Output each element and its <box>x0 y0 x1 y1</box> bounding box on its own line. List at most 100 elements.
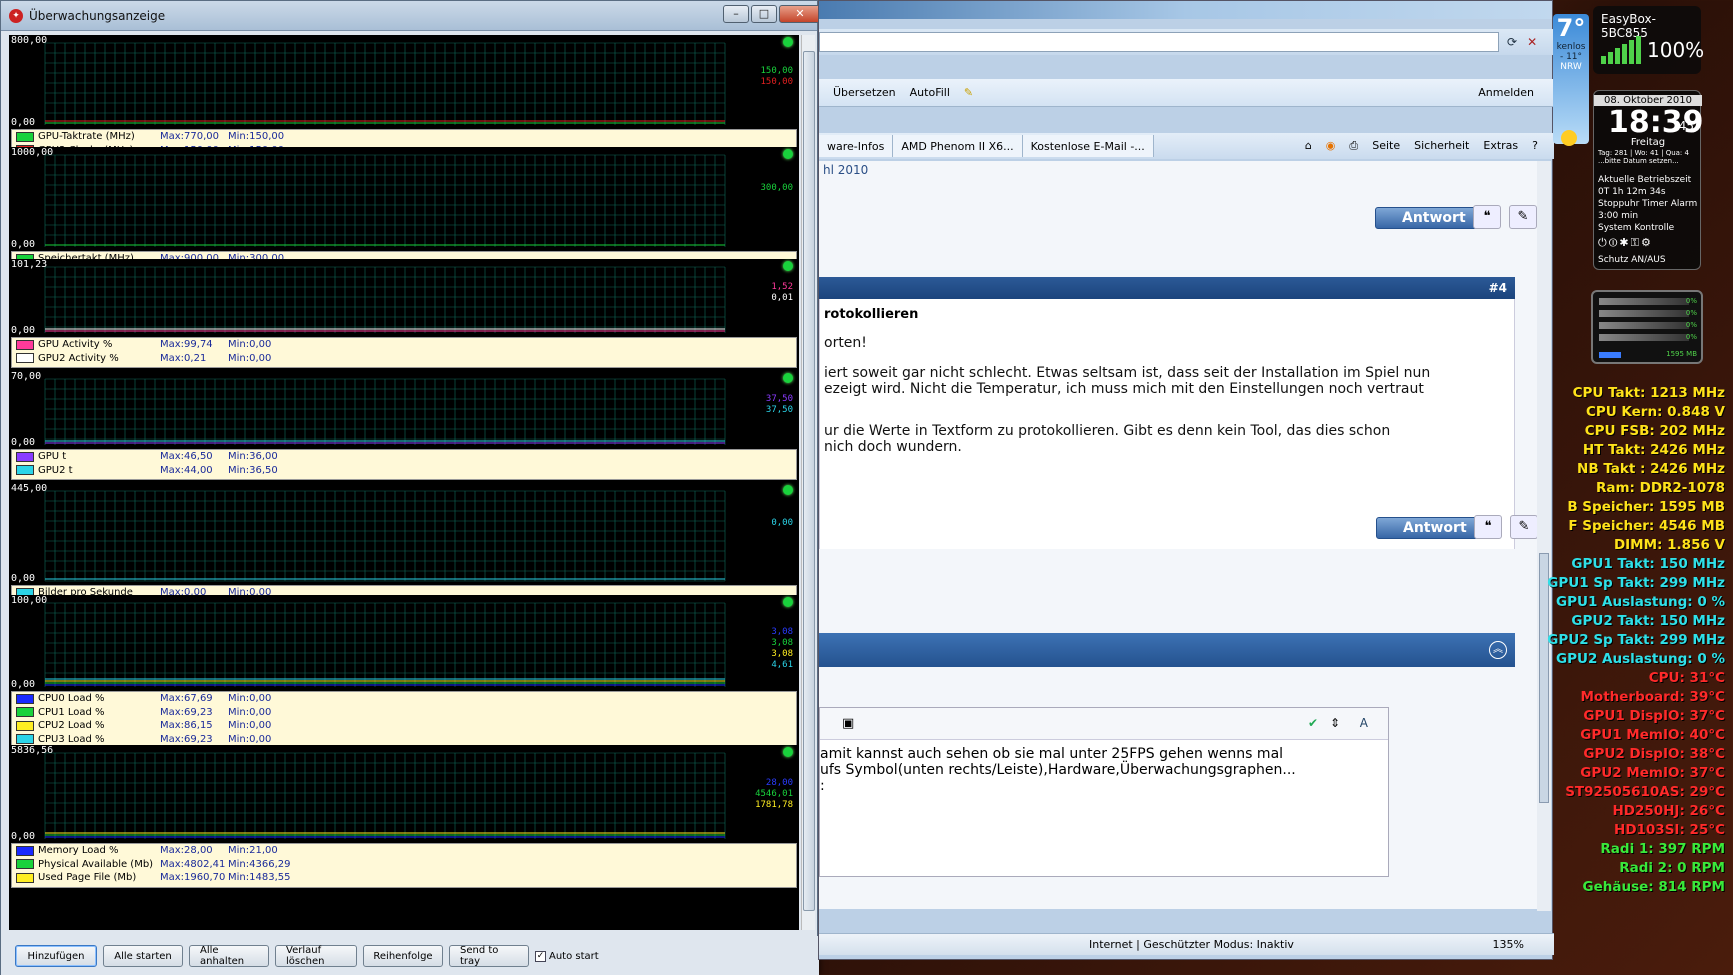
hardware-sensor-list: CPU Takt: 1213 MHz CPU Kern: 0.848 V CPU F… <box>1547 384 1725 897</box>
editor-line: ufs Symbol(unten rechts/Leiste),Hardware… <box>820 762 1296 778</box>
y-axis-max: 101,23 <box>11 259 48 270</box>
status-led-icon[interactable] <box>783 373 793 383</box>
help-icon[interactable]: ? <box>1532 139 1538 153</box>
print-icon[interactable]: ⎙ <box>1349 139 1358 153</box>
protect-toggle[interactable]: Schutz AN/AUS <box>1598 255 1666 265</box>
extras-menu[interactable]: Extras <box>1483 139 1518 153</box>
series-color-swatch <box>16 734 34 745</box>
legend-row[interactable]: GPU t Max:46,50 Min:36,00 <box>12 450 796 464</box>
stop-icon[interactable]: ✕ <box>1527 35 1537 49</box>
sensor-reading: DIMM: 1.856 V <box>1613 537 1725 553</box>
wifi-gadget[interactable]: EasyBox-5BC855 100% <box>1593 6 1704 74</box>
edit-icon[interactable]: ✎ <box>1510 515 1537 539</box>
resize-icon[interactable]: ⇕ <box>1330 716 1340 730</box>
editor-line: amit kannst auch sehen ob sie mal unter … <box>820 746 1284 762</box>
maximize-button[interactable]: □ <box>751 5 777 23</box>
add-button[interactable]: Hinzufügen <box>15 945 97 967</box>
series-color-swatch <box>16 131 34 142</box>
sensor-reading: GPU1 MemIO: 40°C <box>1580 727 1725 743</box>
home-icon[interactable]: ⌂ <box>1305 139 1312 153</box>
browser-titlebar[interactable] <box>819 1 1552 19</box>
graph-plot[interactable]: 800,00 0,00 150,00 150,00 <box>9 35 799 129</box>
tab-amd-phenom[interactable]: AMD Phenom II X6... <box>893 135 1023 157</box>
graph-plot[interactable]: 445,00 0,00 0,00 <box>9 483 799 585</box>
current-value-label: 1781,78 <box>755 800 793 810</box>
post-number[interactable]: #4 <box>1489 281 1507 295</box>
edit-icon[interactable]: ✎ <box>1509 205 1537 229</box>
clock-gadget[interactable]: 08. Oktober 2010 18:39 45 Freitag Tag: 2… <box>1593 90 1704 270</box>
status-led-icon[interactable] <box>783 747 793 757</box>
ram-pct: 0% <box>1685 309 1697 317</box>
post-date-link[interactable]: hl 2010 <box>823 163 868 177</box>
status-led-icon[interactable] <box>783 261 793 271</box>
address-field[interactable] <box>819 32 1499 52</box>
status-led-icon[interactable] <box>783 37 793 47</box>
legend-row[interactable]: GPU Activity % Max:99,74 Min:0,00 <box>12 338 796 352</box>
sensor-reading: HD250HJ: 26°C <box>1612 803 1725 819</box>
reply-editor[interactable]: ▣ ✔ ⇕ A amit kannst auch sehen ob sie ma… <box>819 707 1389 877</box>
start-all-button[interactable]: Alle starten <box>103 945 183 967</box>
close-button[interactable]: ✕ <box>779 5 821 23</box>
sensor-reading: F Speicher: 4546 MB <box>1568 518 1725 534</box>
monitor-titlebar[interactable]: ✦ Überwachungsanzeige – □ ✕ <box>1 1 821 31</box>
clock-day: Freitag <box>1630 137 1666 148</box>
ram-gadget[interactable]: 0% 0% 0% 0% 1595 MB <box>1591 290 1703 364</box>
power-icons[interactable]: ⏻⏼✱⚿⚙ <box>1598 236 1653 250</box>
template-icon[interactable]: ▣ <box>842 716 854 731</box>
refresh-icon[interactable]: ⟳ <box>1507 35 1517 49</box>
page-menu[interactable]: Seite <box>1372 139 1400 153</box>
status-led-icon[interactable] <box>783 485 793 495</box>
clear-history-button[interactable]: Verlauf löschen <box>275 945 357 967</box>
quote-icon[interactable]: ❝ <box>1473 205 1501 229</box>
graph-plot[interactable]: 5836,56 0,00 28,00 4546,01 1781,78 <box>9 745 799 843</box>
legend-row[interactable]: GPU2 t Max:44,00 Min:36,50 <box>12 464 796 478</box>
graph-legend: CPU0 Load % Max:67,69 Min:0,00 CPU1 Load % M… <box>11 691 797 749</box>
tab-hardware-infos[interactable]: ware-Infos <box>819 135 894 157</box>
quote-icon[interactable]: ❝ <box>1474 515 1502 539</box>
pencil-icon[interactable]: ✎ <box>964 86 973 99</box>
current-value-label: 3,08 <box>771 649 793 659</box>
status-led-icon[interactable] <box>783 597 793 607</box>
graph-plot[interactable]: 100,00 0,00 3,08 3,08 3,08 4,61 <box>9 595 799 691</box>
series-min: Min:21,00 <box>228 845 278 857</box>
legend-row[interactable]: Physical Available (Mb) Max:4802,41 Min:43… <box>12 858 796 872</box>
weather-gadget[interactable]: 7° kenlos - 11° NRW <box>1553 14 1589 146</box>
post-header: #4 <box>819 277 1515 299</box>
tab-email[interactable]: Kostenlose E-Mail -... <box>1022 135 1154 157</box>
legend-row[interactable]: CPU0 Load % Max:67,69 Min:0,00 <box>12 692 796 706</box>
series-name: Memory Load % <box>38 845 119 857</box>
reply-button[interactable]: Antwort <box>1376 517 1478 539</box>
order-button[interactable]: Reihenfolge <box>363 945 443 967</box>
legend-row[interactable]: GPU2 Activity % Max:0,21 Min:0,00 <box>12 352 796 366</box>
translate-button[interactable]: Übersetzen <box>833 86 896 99</box>
autofill-button[interactable]: AutoFill <box>910 86 950 99</box>
uptime-label: Aktuelle Betriebszeit <box>1598 175 1692 185</box>
spellcheck-icon[interactable]: ✔ <box>1308 716 1318 730</box>
graphs-scrollbar[interactable] <box>801 35 815 930</box>
graph-plot[interactable]: 101,23 0,00 1,52 0,01 <box>9 259 799 337</box>
legend-row[interactable]: CPU3 Load % Max:69,23 Min:0,00 <box>12 733 796 747</box>
font-size-icon[interactable]: A <box>1360 716 1368 730</box>
clock-info: ...bitte Datum setzen... <box>1598 157 1679 165</box>
send-to-tray-button[interactable]: Send to tray <box>449 945 529 967</box>
legend-row[interactable]: CPU1 Load % Max:69,23 Min:0,00 <box>12 706 796 720</box>
zoom-level[interactable]: 135% <box>1493 938 1524 951</box>
graph-plot[interactable]: 70,00 0,00 37,50 37,50 <box>9 371 799 449</box>
stop-all-button[interactable]: Alle anhalten <box>189 945 269 967</box>
collapse-icon[interactable]: ︽ <box>1489 641 1507 659</box>
minimize-button[interactable]: – <box>723 5 749 23</box>
y-axis-min: 0,00 <box>11 239 36 250</box>
legend-row[interactable]: GPU-Taktrate (MHz) Max:770,00 Min:150,00 <box>12 130 796 144</box>
status-led-icon[interactable] <box>783 149 793 159</box>
legend-row[interactable]: CPU2 Load % Max:86,15 Min:0,00 <box>12 719 796 733</box>
timer-value[interactable]: 3:00 min <box>1598 211 1638 221</box>
legend-row[interactable]: Memory Load % Max:28,00 Min:21,00 <box>12 844 796 858</box>
legend-row[interactable]: Used Page File (Mb) Max:1960,70 Min:1483,5… <box>12 871 796 885</box>
rss-icon[interactable]: ◉ <box>1326 139 1336 153</box>
scrollbar-thumb[interactable] <box>803 51 815 911</box>
autostart-checkbox[interactable]: ✓ Auto start <box>535 950 599 962</box>
graph-plot[interactable]: 1000,00 0,00 300,00 <box>9 147 799 251</box>
safety-menu[interactable]: Sicherheit <box>1414 139 1469 153</box>
reply-button[interactable]: Antwort <box>1375 207 1477 229</box>
signin-button[interactable]: Anmelden <box>1478 86 1534 99</box>
